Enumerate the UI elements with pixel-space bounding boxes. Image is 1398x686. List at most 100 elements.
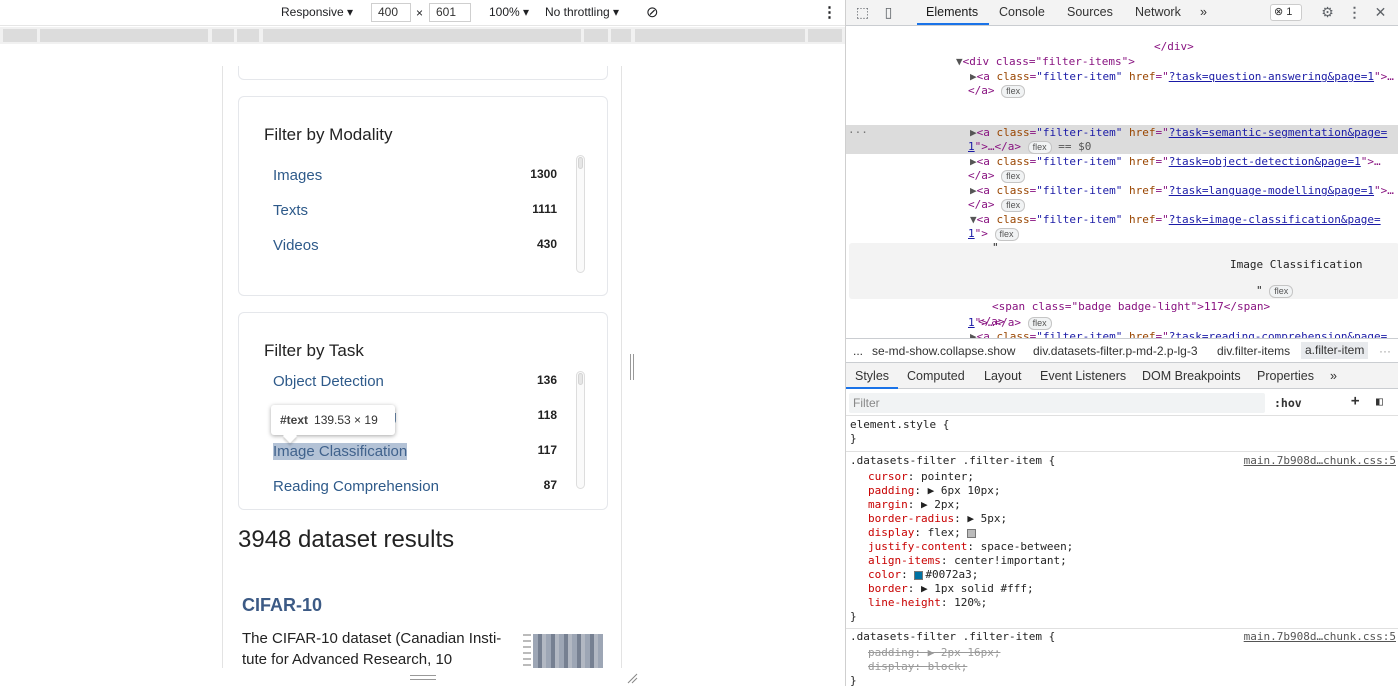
tab-console[interactable]: Console xyxy=(999,5,1045,19)
device-mode-select[interactable]: Responsive ▾ xyxy=(281,5,353,19)
settings-gear-icon[interactable]: ⚙ xyxy=(1319,4,1336,21)
styles-pane: element.style { } .datasets-filter .filt… xyxy=(846,416,1398,686)
filter-item-images[interactable]: Images xyxy=(273,167,322,184)
flex-editor-icon[interactable] xyxy=(967,528,977,538)
more-tabs-icon[interactable]: » xyxy=(1200,5,1207,19)
error-icon: ⊗ xyxy=(1274,6,1284,18)
modality-scrollbar[interactable] xyxy=(576,155,585,273)
device-viewport: Filter by Modality Images 1300 Texts 111… xyxy=(222,66,622,668)
tab-styles[interactable]: Styles xyxy=(855,369,889,383)
filter-item-image-classification[interactable]: Image Classification xyxy=(273,443,408,460)
dom-line-semantic-segmentation[interactable]: ▶<a class="filter-item" href="?task=sema… xyxy=(970,126,1387,140)
resize-handle-bottom[interactable] xyxy=(410,675,436,680)
error-count-badge[interactable]: ⊗ 1 xyxy=(1270,4,1302,21)
css-prop-cursor[interactable]: cursor: pointer; xyxy=(868,470,974,484)
rule2-selector[interactable]: .datasets-filter .filter-item { xyxy=(850,630,1055,644)
breadcrumb-item[interactable]: se-md-show.collapse.show xyxy=(872,344,1015,358)
zoom-select[interactable]: 100% ▾ xyxy=(489,5,529,19)
inspect-tooltip: #text 139.53 × 19 xyxy=(271,405,395,444)
dom-line[interactable]: 1">…</a> flex == $0 xyxy=(968,140,1091,154)
dom-line-language-modelling[interactable]: ▶<a class="filter-item" href="?task=lang… xyxy=(970,184,1394,198)
breadcrumb-item[interactable]: div.filter-items xyxy=(1217,344,1290,358)
element-style-selector[interactable]: element.style { xyxy=(850,418,949,432)
css-prop-line-height[interactable]: line-height: 120%; xyxy=(868,596,987,610)
css-prop-align-items[interactable]: align-items: center!important; xyxy=(868,554,1067,568)
filter-item-object-detection[interactable]: Object Detection xyxy=(273,373,384,390)
hov-toggle[interactable]: :hov xyxy=(1274,396,1302,410)
task-scrollbar[interactable] xyxy=(576,371,585,489)
resize-corner-icon[interactable] xyxy=(626,672,638,684)
inspect-element-icon[interactable]: ⬚ xyxy=(854,4,871,21)
device-toggle-icon[interactable]: ▯ xyxy=(880,4,897,21)
new-rule-plus-icon[interactable]: + xyxy=(1351,393,1359,409)
rule1-source-link[interactable]: main.7b908d…chunk.css:5 xyxy=(1244,454,1396,467)
dom-line-reading-comprehension[interactable]: ▶<a class="filter-item" href="?task=read… xyxy=(970,330,1387,338)
resize-handle-right[interactable] xyxy=(630,354,634,380)
breadcrumb-item-active[interactable]: a.filter-item xyxy=(1301,342,1369,359)
dom-line-badge-span[interactable]: <span class="badge badge-light">117</spa… xyxy=(992,300,1270,314)
dom-line[interactable]: 1"> flex xyxy=(968,227,1019,241)
tab-elements[interactable]: Elements xyxy=(926,5,978,19)
breadcrumb: ... se-md-show.collapse.show div.dataset… xyxy=(846,338,1398,363)
breadcrumb-ellipsis[interactable]: ... xyxy=(853,344,863,358)
css-prop-border-radius[interactable]: border-radius: ▶ 5px; xyxy=(868,512,1007,526)
modality-filter-card: Filter by Modality Images 1300 Texts 111… xyxy=(238,96,608,296)
more-options-icon[interactable]: ⋮ xyxy=(822,3,837,21)
css-prop-display[interactable]: display: flex; xyxy=(868,526,978,540)
dom-line-filter-items[interactable]: ▼<div class="filter-items"> xyxy=(956,55,1135,69)
viewport-height-input[interactable]: 601 xyxy=(429,3,471,22)
text-node-end[interactable]: " flex xyxy=(1256,284,1294,298)
filter-item-videos[interactable]: Videos xyxy=(273,237,319,254)
filter-count: 1300 xyxy=(530,167,557,181)
dom-line[interactable]: </a> flex xyxy=(968,198,1026,212)
text-node-quote: " xyxy=(992,241,999,254)
rule-close: } xyxy=(850,432,857,445)
dom-line-object-detection[interactable]: ▶<a class="filter-item" href="?task=obje… xyxy=(970,155,1381,169)
media-query-ruler[interactable] xyxy=(0,27,845,44)
css-prop-display-overridden[interactable]: display: block; xyxy=(868,660,967,674)
css-prop-color[interactable]: color: #0072a3; xyxy=(868,568,978,582)
tab-layout[interactable]: Layout xyxy=(984,369,1022,383)
devtools-menu-icon[interactable]: ⋮ xyxy=(1346,4,1363,21)
tab-network[interactable]: Network xyxy=(1135,5,1181,19)
rotate-icon[interactable]: ⊘ xyxy=(646,3,659,21)
rule2-source-link[interactable]: main.7b908d…chunk.css:5 xyxy=(1244,630,1396,643)
filter-count: 117 xyxy=(537,443,557,457)
modality-filter-title: Filter by Modality xyxy=(264,125,393,144)
dom-line[interactable]: 1">…</a> flex xyxy=(968,316,1052,330)
text-node-image-classification[interactable]: Image Classification xyxy=(1230,258,1362,272)
more-subtabs-icon[interactable]: » xyxy=(1330,369,1337,383)
css-prop-padding-overridden[interactable]: padding: ▶ 2px 16px; xyxy=(868,646,1000,660)
close-devtools-icon[interactable]: ✕ xyxy=(1372,4,1389,21)
color-swatch-icon[interactable] xyxy=(914,570,924,580)
css-prop-justify-content[interactable]: justify-content: space-between; xyxy=(868,540,1073,554)
breadcrumb-scroll-icon[interactable]: ··· xyxy=(1379,344,1391,358)
tab-properties[interactable]: Properties xyxy=(1257,369,1314,383)
rule-close: } xyxy=(850,674,857,686)
dom-line-question-answering[interactable]: ▶<a class="filter-item" href="?task=ques… xyxy=(970,70,1394,84)
css-prop-padding[interactable]: padding: ▶ 6px 10px; xyxy=(868,484,1000,498)
filter-item-texts[interactable]: Texts xyxy=(273,202,308,219)
dom-line[interactable]: </a> flex xyxy=(968,169,1026,183)
tab-dom-breakpoints[interactable]: DOM Breakpoints xyxy=(1142,369,1241,383)
breadcrumb-item[interactable]: div.datasets-filter.p-md-2.p-lg-3 xyxy=(1033,344,1198,358)
throttling-select[interactable]: No throttling ▾ xyxy=(545,5,619,19)
tab-sources[interactable]: Sources xyxy=(1067,5,1113,19)
row-menu-dots-icon[interactable]: ··· xyxy=(848,126,868,140)
dom-line[interactable]: </a> flex xyxy=(968,84,1026,98)
viewport-width-input[interactable]: 400 xyxy=(371,3,411,22)
devtools-tabbar: ⬚ ▯ Elements Console Sources Network » ⊗… xyxy=(846,0,1398,26)
rule1-selector[interactable]: .datasets-filter .filter-item { xyxy=(850,454,1055,468)
styles-filter-input[interactable]: Filter xyxy=(849,393,1265,413)
rule-close: } xyxy=(850,610,857,623)
toggle-sidebar-icon[interactable]: ◧ xyxy=(1376,394,1383,408)
css-prop-border[interactable]: border: ▶ 1px solid #fff; xyxy=(868,582,1034,596)
css-prop-margin[interactable]: margin: ▶ 2px; xyxy=(868,498,961,512)
dom-line[interactable]: </div> xyxy=(1154,40,1194,54)
tab-event-listeners[interactable]: Event Listeners xyxy=(1040,369,1126,383)
tab-computed[interactable]: Computed xyxy=(907,369,965,383)
filter-item-reading-comprehension[interactable]: Reading Comprehension xyxy=(273,478,439,495)
dataset-title-link[interactable]: CIFAR-10 xyxy=(242,595,322,616)
dataset-thumbnail-strip xyxy=(523,634,531,668)
dom-line-image-classification[interactable]: ▼<a class="filter-item" href="?task=imag… xyxy=(970,213,1381,227)
